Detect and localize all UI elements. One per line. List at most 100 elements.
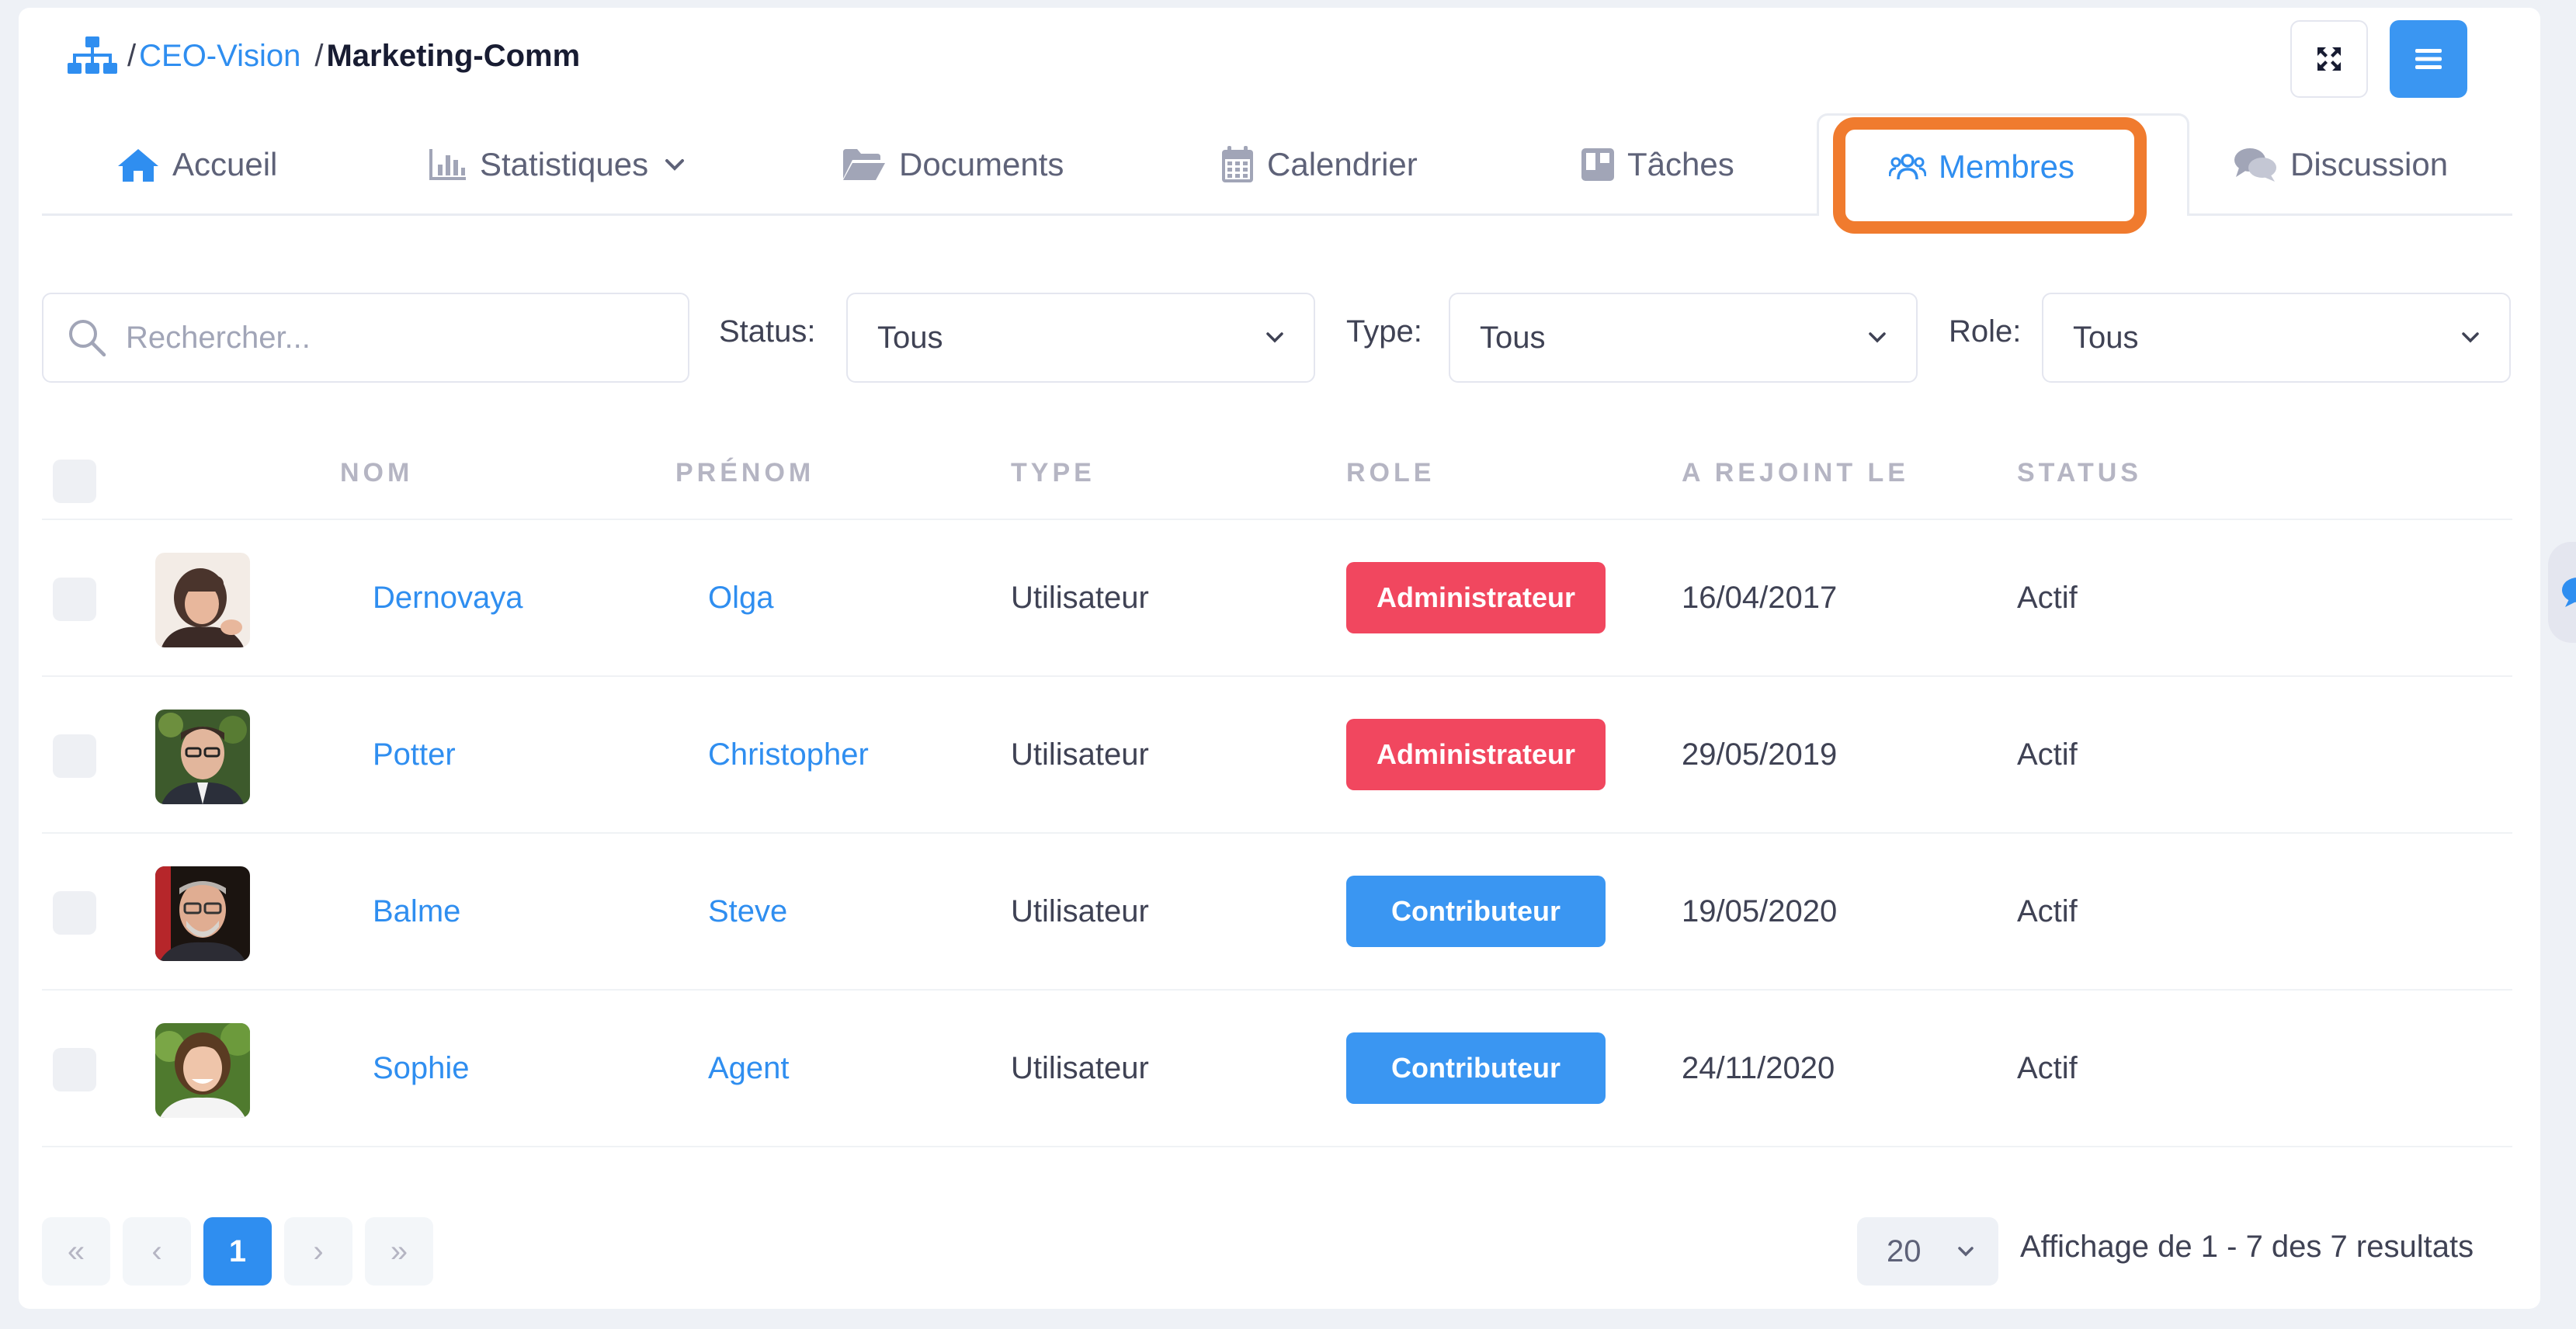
type-filter-label: Type: [1346,314,1422,349]
member-last-name[interactable]: Potter [373,677,456,832]
member-status: Actif [2017,580,2078,615]
member-last-name[interactable]: Balme [373,834,460,989]
breadcrumb: / CEO-Vision / Marketing-Comm [67,33,580,79]
search-icon [69,320,106,357]
chevron-down-icon [2462,332,2479,343]
search-input[interactable] [126,320,669,356]
type-filter-value: Tous [1480,320,1546,355]
column-header-joined[interactable]: A REJOINT LE [1682,458,1909,488]
avatar[interactable] [155,553,250,647]
tab-membres[interactable]: Membres [1817,113,2189,234]
member-first-name[interactable]: Steve [708,834,787,989]
column-header-prenom[interactable]: PRÉNOM [675,458,814,488]
tab-label: Accueil [172,146,278,182]
type-filter-select[interactable]: Tous [1449,293,1918,383]
last-page-button[interactable]: » [365,1217,433,1286]
member-type: Utilisateur [1011,580,1149,615]
expand-icon [2317,47,2341,71]
next-page-button[interactable]: › [284,1217,352,1286]
status-filter-value: Tous [877,320,943,355]
folder-open-icon [843,149,885,180]
page-1-button[interactable]: 1 [203,1217,272,1286]
member-joined-date: 16/04/2017 [1682,580,1838,615]
row-checkbox[interactable] [53,734,96,778]
member-status: Actif [2017,737,2078,772]
column-header-type[interactable]: TYPE [1011,458,1095,488]
kanban-icon [1581,148,1614,181]
role-filter-label: Role: [1949,314,2022,349]
member-first-name[interactable]: Christopher [708,677,869,832]
role-badge: Contributeur [1346,876,1606,947]
tab-label: Documents [899,146,1064,182]
tab-bar: Accueil Statistiques Documents Calendrie… [42,113,2512,234]
status-filter-select[interactable]: Tous [846,293,1315,383]
member-type: Utilisateur [1011,894,1149,928]
role-badge: Administrateur [1346,719,1606,790]
avatar[interactable] [155,866,250,961]
member-first-name[interactable]: Olga [708,520,774,675]
table-row: Sophie Agent Utilisateur Contributeur 24… [42,991,2512,1147]
bar-chart-icon [429,149,466,180]
hamburger-icon [2415,49,2442,69]
table-row: Dernovaya Olga Utilisateur Administrateu… [42,520,2512,677]
member-joined-date: 19/05/2020 [1682,894,1838,928]
column-header-role[interactable]: ROLE [1346,458,1435,488]
table-row: Balme Steve Utilisateur Contributeur 19/… [42,834,2512,991]
chevron-down-icon [1958,1247,1974,1257]
member-first-name[interactable]: Agent [708,991,790,1146]
per-page-select[interactable]: 20 [1857,1217,1998,1286]
member-joined-date: 29/05/2019 [1682,737,1838,772]
role-filter-value: Tous [2073,320,2139,355]
avatar[interactable] [155,710,250,804]
breadcrumb-parent-link[interactable]: CEO-Vision [139,39,300,74]
sitemap-icon [68,36,117,74]
prev-page-button[interactable]: ‹ [123,1217,191,1286]
first-page-button[interactable]: « [42,1217,110,1286]
fullscreen-button[interactable] [2290,20,2368,98]
per-page-value: 20 [1887,1234,1922,1268]
tab-calendrier[interactable]: Calendrier [1220,113,1418,216]
member-status: Actif [2017,1050,2078,1085]
tab-membres-content: Membres [1889,116,2074,218]
role-filter-select[interactable]: Tous [2042,293,2511,383]
member-joined-date: 24/11/2020 [1682,1050,1835,1085]
row-checkbox[interactable] [53,1048,96,1091]
tab-documents[interactable]: Documents [842,113,1064,216]
table-header: NOM PRÉNOM TYPE ROLE A REJOINT LE STATUS [42,442,2512,520]
tab-discussion[interactable]: Discussion [2233,113,2448,216]
tab-label: Discussion [2290,146,2449,182]
pagination-summary: Affichage de 1 - 7 des 7 resultats [2020,1230,2474,1264]
comments-icon [2234,148,2276,182]
tab-label: Statistiques [480,146,649,182]
breadcrumb-separator: / [314,38,324,73]
tab-label: Tâches [1627,146,1734,182]
column-header-nom[interactable]: NOM [340,458,413,488]
member-last-name[interactable]: Sophie [373,991,470,1146]
status-filter-label: Status: [719,314,816,349]
column-header-status[interactable]: STATUS [2017,458,2142,488]
chat-widget-tab[interactable] [2548,542,2576,643]
tab-accueil[interactable]: Accueil [116,113,277,216]
table-row: Potter Christopher Utilisateur Administr… [42,677,2512,834]
row-checkbox[interactable] [53,578,96,621]
role-badge: Administrateur [1346,562,1606,633]
member-last-name[interactable]: Dernovaya [373,520,522,675]
search-box [42,293,689,383]
row-checkbox[interactable] [53,891,96,935]
avatar[interactable] [155,1023,250,1118]
home-icon [118,149,158,182]
chevron-down-icon [1266,332,1283,343]
tab-taches[interactable]: Tâches [1581,113,1734,216]
chevron-down-icon [665,159,685,171]
member-type: Utilisateur [1011,1050,1149,1085]
calendar-icon [1222,146,1253,182]
breadcrumb-current: Marketing-Comm [326,38,581,73]
role-badge: Contributeur [1346,1032,1606,1104]
member-type: Utilisateur [1011,737,1149,772]
tab-label: Membres [1939,148,2075,185]
tab-statistiques[interactable]: Statistiques [429,113,690,216]
menu-button[interactable] [2390,20,2467,98]
tab-label: Calendrier [1267,146,1418,182]
select-all-checkbox[interactable] [53,460,96,503]
member-status: Actif [2017,894,2078,928]
